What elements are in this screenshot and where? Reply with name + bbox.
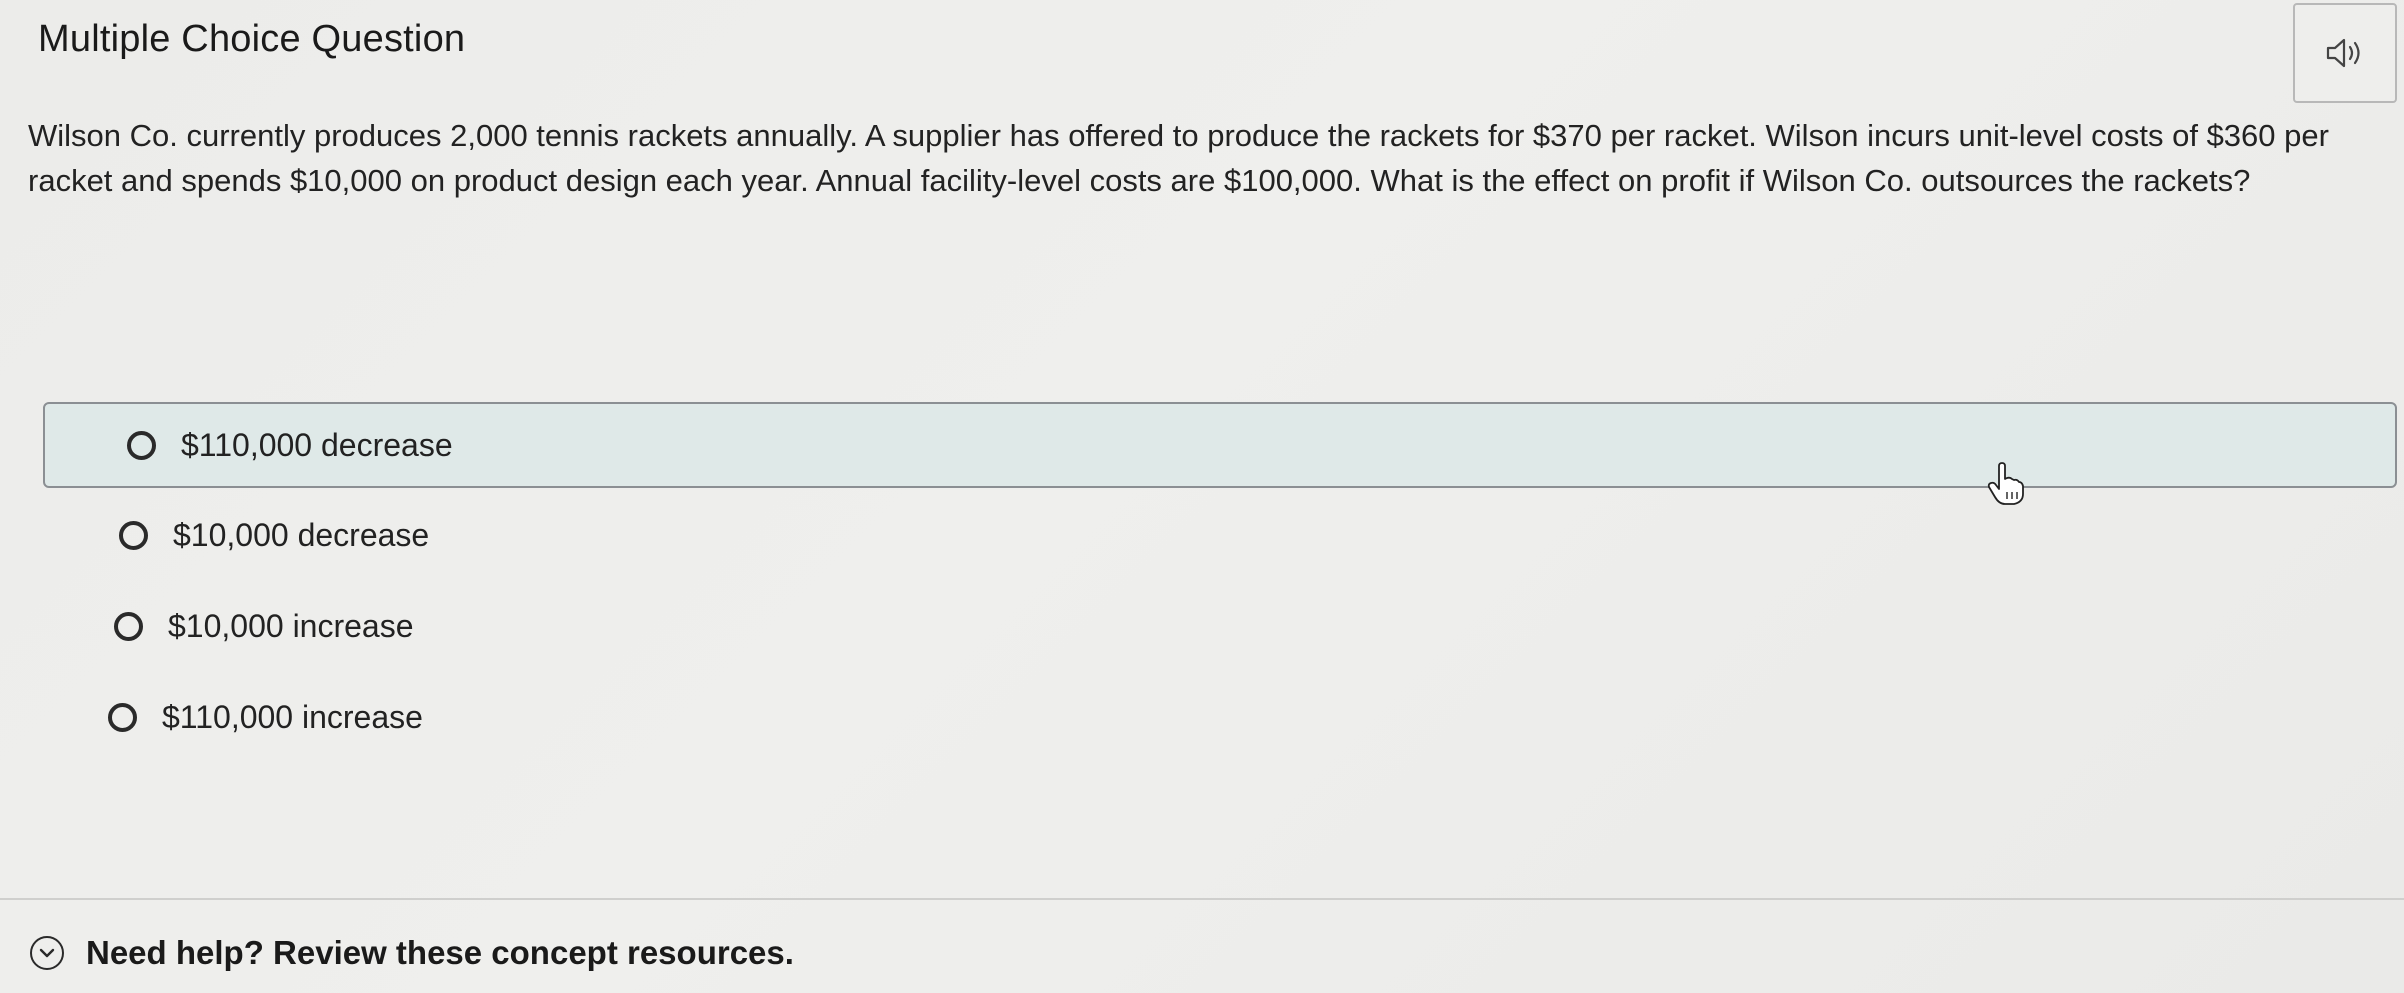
section-divider (0, 898, 2404, 900)
choice-label: $110,000 increase (162, 699, 423, 735)
choice-label: $110,000 decrease (181, 426, 453, 463)
choice-option-3[interactable]: $10,000 increase (114, 608, 414, 645)
choice-option-4[interactable]: $110,000 increase (108, 699, 423, 736)
page-title: Multiple Choice Question (38, 18, 466, 60)
speaker-icon (2325, 36, 2365, 70)
question-text: Wilson Co. currently produces 2,000 tenn… (28, 118, 2329, 198)
help-link-text[interactable]: Need help? Review these concept resource… (86, 934, 794, 972)
choice-label: $10,000 decrease (173, 517, 430, 553)
radio-button[interactable] (114, 612, 143, 641)
chevron-down-circle-icon (30, 936, 64, 970)
choice-option-1[interactable]: $110,000 decrease (43, 402, 2397, 488)
radio-button[interactable] (108, 703, 137, 732)
choice-option-2[interactable]: $10,000 decrease (119, 517, 429, 554)
radio-button[interactable] (127, 430, 156, 460)
hand-pointer-cursor-icon (1986, 462, 2026, 511)
radio-button[interactable] (119, 521, 148, 550)
concept-resources-toggle[interactable]: Need help? Review these concept resource… (30, 934, 794, 972)
read-aloud-button[interactable] (2293, 3, 2397, 103)
choice-label: $10,000 increase (168, 608, 414, 644)
